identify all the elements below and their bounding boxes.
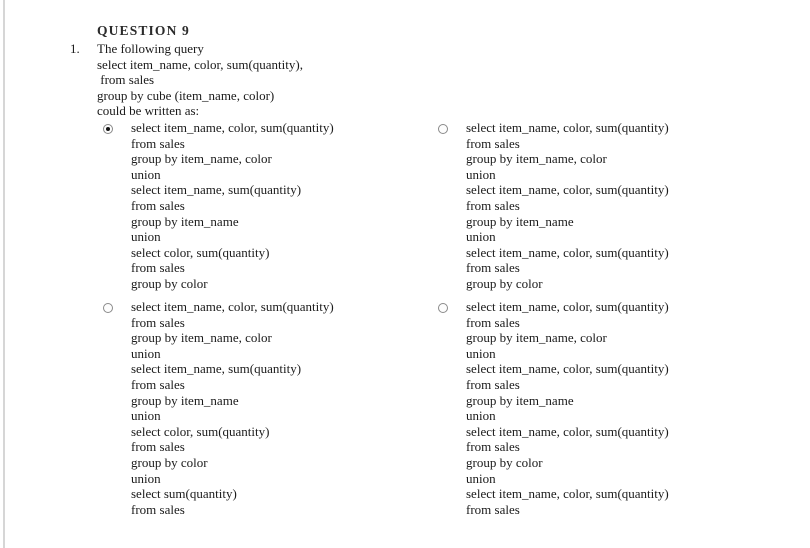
radio-button-d[interactable] [438, 303, 448, 314]
sql-line: union [131, 229, 161, 245]
sql-line: select item_name, sum(quantity) [131, 361, 302, 377]
sql-line: group by color [131, 275, 208, 291]
sql-line: select color, sum(quantity) [131, 244, 270, 260]
sql-line: union [466, 229, 496, 245]
sql-line: group by item_name [131, 213, 239, 229]
sql-line: from sales [466, 377, 520, 393]
sql-line: from sales [466, 314, 520, 330]
sql-line: group by color [131, 455, 208, 471]
answer-choice-text: select item_name, color, sum(quantity) fr… [131, 299, 440, 517]
sql-line: group by color [466, 275, 543, 291]
sql-line: select item_name, color, sum(quantity) [131, 299, 334, 315]
page-edge-rule [3, 0, 5, 548]
sql-line: from sales [466, 260, 520, 276]
sql-line: union [466, 345, 496, 361]
sql-line: group by item_name, color [466, 330, 607, 346]
radio-button-b[interactable] [438, 124, 448, 134]
sql-line: from sales [131, 501, 185, 517]
page-title: QUESTION 9 [97, 23, 190, 38]
stem-line: The following query [97, 41, 204, 56]
sql-line: select item_name, color, sum(quantity) [466, 120, 669, 135]
sql-line: from sales [466, 197, 520, 213]
sql-line: from sales [466, 135, 520, 151]
stem-line: group by cube (item_name, color) [97, 87, 275, 103]
stem-line: select item_name, color, sum(quantity), [97, 56, 303, 72]
sql-line: group by color [466, 455, 543, 471]
sql-line: select item_name, color, sum(quantity) [466, 244, 669, 260]
sql-line: select item_name, color, sum(quantity) [466, 361, 669, 377]
stem-line: from sales [97, 72, 155, 88]
sql-line: select item_name, color, sum(quantity) [466, 423, 669, 439]
sql-line: select item_name, color, sum(quantity) [131, 120, 334, 135]
answer-choice-text: select item_name, color, sum(quantity) fr… [131, 120, 440, 292]
answer-choice-d[interactable]: select item_name, color, sum(quantity) fr… [435, 299, 775, 517]
sql-line: union [131, 166, 161, 182]
radio-button-a[interactable] [103, 124, 113, 134]
sql-line: group by item_name, color [466, 151, 607, 167]
answer-choice-b[interactable]: select item_name, color, sum(quantity) fr… [435, 120, 775, 292]
answer-choice-c[interactable]: select item_name, color, sum(quantity) fr… [100, 299, 440, 517]
sql-line: group by item_name [466, 213, 574, 229]
sql-line: from sales [466, 439, 520, 455]
sql-line: group by item_name, color [131, 330, 272, 346]
sql-line: select sum(quantity) [131, 486, 237, 502]
sql-line: from sales [131, 135, 185, 151]
sql-line: group by item_name [131, 392, 239, 408]
sql-line: union [131, 345, 161, 361]
sql-line: group by item_name, color [131, 151, 272, 167]
answer-choice-a[interactable]: select item_name, color, sum(quantity) fr… [100, 120, 440, 292]
stem-line: could be written as: [97, 103, 200, 119]
sql-line: select item_name, color, sum(quantity) [466, 299, 669, 315]
sql-line: from sales [131, 377, 185, 393]
sql-line: select item_name, color, sum(quantity) [466, 486, 669, 502]
question-item-number: 1. [70, 41, 80, 56]
sql-line: group by item_name [466, 392, 574, 408]
sql-line: union [466, 408, 496, 424]
radio-button-c[interactable] [103, 303, 113, 314]
sql-line: union [131, 470, 161, 486]
answer-choice-text: select item_name, color, sum(quantity) fr… [466, 120, 775, 292]
sql-line: select color, sum(quantity) [131, 423, 270, 439]
sql-line: select item_name, color, sum(quantity) [466, 182, 669, 198]
sql-line: union [131, 408, 161, 424]
question-page: QUESTION 9 1. The following query select … [0, 0, 810, 548]
sql-line: from sales [466, 501, 520, 517]
question-stem: The following query select item_name, col… [97, 41, 517, 119]
sql-line: select item_name, sum(quantity) [131, 182, 302, 198]
sql-line: union [466, 470, 496, 486]
answer-choice-text: select item_name, color, sum(quantity) fr… [466, 299, 775, 517]
sql-line: from sales [131, 314, 185, 330]
sql-line: from sales [131, 260, 185, 276]
sql-line: from sales [131, 197, 185, 213]
sql-line: from sales [131, 439, 185, 455]
sql-line: union [466, 166, 496, 182]
